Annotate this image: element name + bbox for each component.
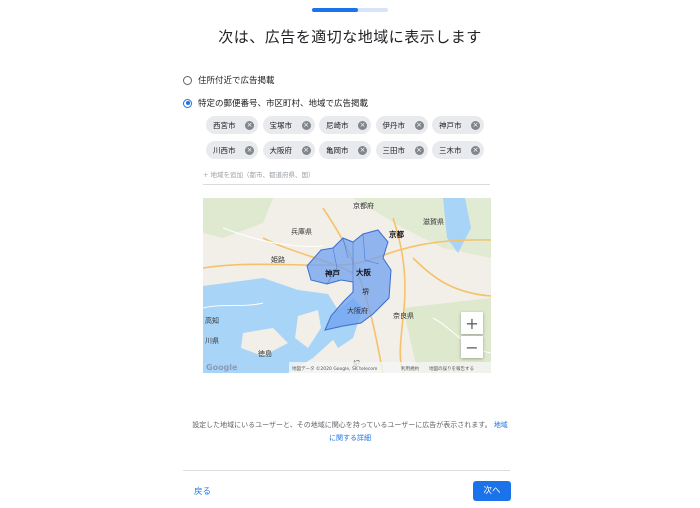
location-chip: 三木市 × (432, 141, 484, 159)
remove-icon[interactable]: × (414, 120, 424, 130)
remove-icon[interactable]: × (245, 120, 254, 130)
map-attribution: 地図データ ©2020 Google, SK telecom (292, 365, 377, 372)
map-canvas: 京都府 滋賀県 兵庫県 京都 姫路 神戸 大阪 堺 大阪府 奈良県 徳島 高知 … (203, 198, 491, 373)
map-terms-link[interactable]: 利用規約 (401, 365, 419, 372)
google-logo: Google (206, 363, 238, 372)
chip-label: 川西市 (213, 145, 236, 155)
location-chip: 尼崎市 × (319, 116, 371, 134)
progress-bar-fill (312, 8, 358, 12)
remove-icon[interactable]: × (471, 145, 480, 155)
location-chip: 西宮市 × (206, 116, 258, 134)
map-label-kyoto-fu: 京都府 (353, 201, 374, 210)
chip-label: 宝塚市 (269, 120, 293, 130)
map-label-kochi: 高知 (205, 316, 219, 325)
footer-note: 設定した地域にいるユーザーと、その地域に関心を持っているユーザーに広告が表示され… (190, 419, 510, 445)
chip-label: 神戸市 (439, 120, 462, 130)
remove-icon[interactable]: × (301, 120, 311, 130)
map-label-nara: 奈良県 (393, 311, 414, 320)
option-specific-areas[interactable]: 特定の郵便番号、市区町村、地域で広告掲載 (183, 97, 368, 109)
location-chip: 宝塚市 × (262, 116, 315, 134)
map-label-kobe: 神戸 (325, 268, 340, 278)
remove-icon[interactable]: × (301, 145, 311, 155)
location-chip: 神戸市 × (432, 116, 484, 134)
map-label-tokushima: 徳島 (258, 349, 272, 358)
chip-label: 尼崎市 (326, 120, 349, 130)
option-specific-areas-label: 特定の郵便番号、市区町村、地域で広告掲載 (198, 99, 369, 109)
remove-icon[interactable]: × (358, 145, 367, 155)
map-label-kagawa: 川県 (205, 337, 219, 345)
remove-icon[interactable]: × (245, 145, 254, 155)
map-label-kyoto: 京都 (389, 229, 404, 239)
chip-label: 西宮市 (213, 120, 236, 130)
map-label-sakai: 堺 (362, 287, 369, 296)
option-near-address-label: 住所付近で広告掲載 (198, 76, 275, 86)
chip-label: 三田市 (382, 145, 406, 155)
location-chip: 三田市 × (375, 141, 428, 159)
map-label-osaka: 大阪 (356, 267, 371, 277)
footer-note-text: 設定した地域にいるユーザーと、その地域に関心を持っているユーザーに広告が表示され… (192, 421, 492, 429)
chip-label: 亀岡市 (326, 145, 349, 155)
chip-label: 大阪府 (269, 145, 293, 155)
location-chip: 川西市 × (206, 141, 258, 159)
progress-bar (312, 8, 388, 12)
divider (183, 470, 510, 471)
zoom-out-button[interactable]: − (461, 336, 483, 358)
map-label-osaka-fu: 大阪府 (347, 306, 368, 315)
radio-near-address[interactable] (183, 75, 192, 85)
radio-specific-areas[interactable] (183, 98, 192, 108)
chip-label: 伊丹市 (382, 120, 406, 130)
zoom-in-button[interactable]: + (461, 312, 483, 334)
location-chip: 大阪府 × (262, 141, 315, 159)
chip-label: 三木市 (439, 145, 462, 155)
map-label-hyogo: 兵庫県 (291, 227, 312, 236)
remove-icon[interactable]: × (471, 120, 480, 130)
map-report-link[interactable]: 地図の誤りを報告する (429, 365, 474, 372)
map-view[interactable]: 京都府 滋賀県 兵庫県 京都 姫路 神戸 大阪 堺 大阪府 奈良県 徳島 高知 … (203, 198, 491, 373)
map-label-himeji: 姫路 (271, 255, 285, 264)
location-chip: 伊丹市 × (375, 116, 428, 134)
back-button[interactable]: 戻る (194, 485, 211, 497)
next-button[interactable]: 次へ (473, 481, 511, 501)
page-title: 次は、広告を適切な地域に表示します (218, 28, 482, 46)
add-location-input[interactable]: + 地域を追加（都市、都道府県、国） (203, 170, 490, 185)
map-label-shiga: 滋賀県 (423, 217, 444, 226)
location-chip: 亀岡市 × (319, 141, 371, 159)
option-near-address[interactable]: 住所付近で広告掲載 (183, 74, 275, 86)
selected-locations: 西宮市 × 宝塚市 × 尼崎市 × 伊丹市 × 神戸市 × 川西市 × 大阪府 × 亀岡市 × … (206, 116, 486, 159)
remove-icon[interactable]: × (358, 120, 367, 130)
remove-icon[interactable]: × (414, 145, 424, 155)
